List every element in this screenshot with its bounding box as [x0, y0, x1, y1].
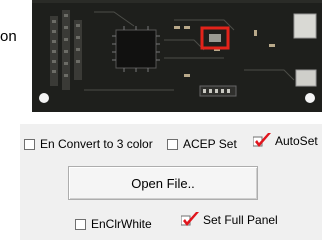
- checkbox-box[interactable]: [167, 138, 178, 150]
- set-full-panel-label: Set Full Panel: [203, 213, 278, 227]
- enclrwhite-label: EnClrWhite: [91, 217, 152, 231]
- label-fragment: on: [0, 28, 17, 45]
- enclrwhite-checkbox[interactable]: EnClrWhite: [75, 217, 152, 231]
- circuit-board-image: [24, 0, 322, 120]
- convert-3-color-label: En Convert to 3 color: [40, 137, 153, 151]
- set-full-panel-checkbox[interactable]: Set Full Panel: [181, 211, 278, 229]
- checkbox-box[interactable]: [24, 138, 35, 150]
- convert-3-color-checkbox[interactable]: En Convert to 3 color: [24, 137, 153, 151]
- checkbox-box[interactable]: [75, 218, 86, 230]
- red-checkmark-icon[interactable]: [181, 211, 201, 229]
- board-image-preview: [24, 0, 322, 120]
- acep-set-label: ACEP Set: [183, 137, 237, 151]
- autoset-checkbox[interactable]: AutoSet: [253, 132, 318, 150]
- red-checkmark-icon[interactable]: [253, 132, 273, 150]
- acep-set-checkbox[interactable]: ACEP Set: [167, 137, 237, 151]
- autoset-label: AutoSet: [275, 134, 318, 148]
- open-file-button[interactable]: Open File..: [68, 166, 258, 200]
